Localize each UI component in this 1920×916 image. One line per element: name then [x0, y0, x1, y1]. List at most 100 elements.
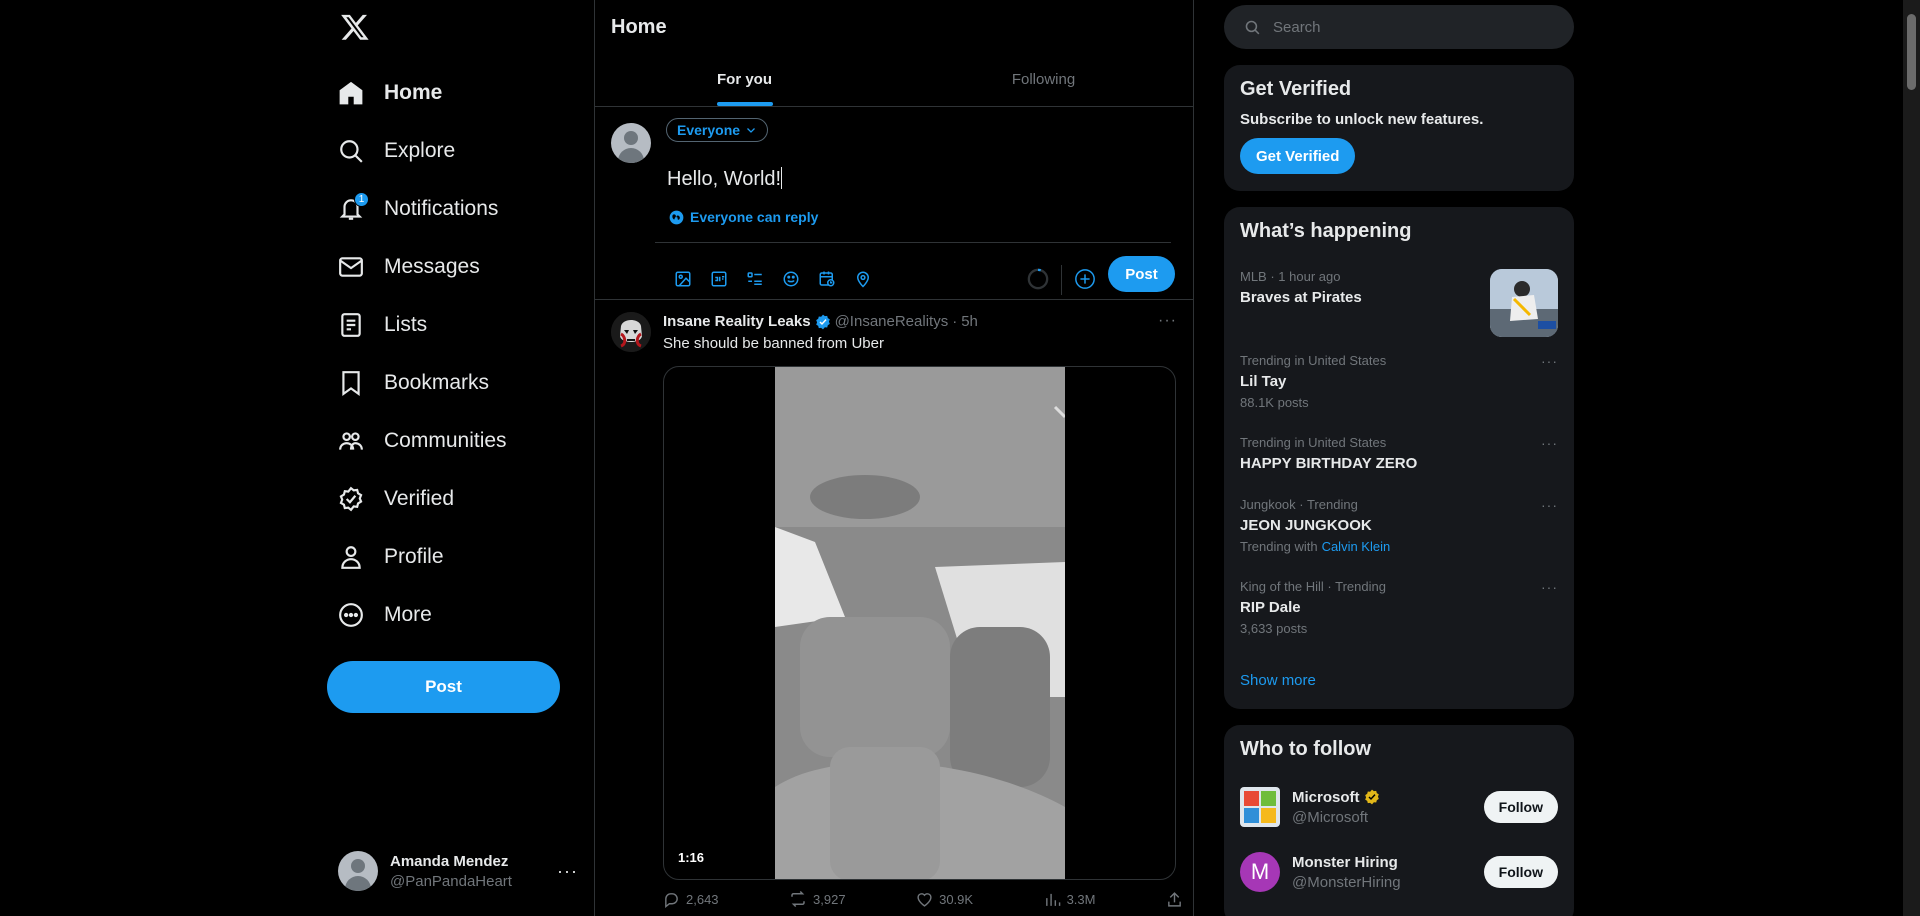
nav-verified[interactable]: Verified	[326, 470, 507, 528]
search-input[interactable]	[1273, 18, 1553, 36]
follow-button[interactable]: Follow	[1483, 791, 1558, 823]
audience-selector[interactable]: Everyone	[666, 118, 769, 142]
views-button[interactable]: 3.3M	[1044, 890, 1095, 908]
trend-item[interactable]: Jungkook · Trending JEON JUNGKOOK Trendi…	[1240, 497, 1558, 554]
like-button[interactable]: 30.9K	[916, 890, 973, 908]
tab-for-you[interactable]: For you	[595, 53, 894, 106]
follow-button[interactable]: Follow	[1483, 856, 1558, 888]
reply-button[interactable]: 2,643	[663, 890, 719, 908]
image-icon[interactable]	[666, 262, 700, 296]
views-icon	[1045, 893, 1060, 906]
home-icon	[338, 80, 364, 106]
tweet-time[interactable]: 5h	[961, 313, 978, 330]
emoji-icon[interactable]	[774, 262, 808, 296]
share-icon	[1168, 891, 1181, 907]
trend-context: Jungkook · Trending	[1240, 497, 1358, 512]
trend-with-link[interactable]: Calvin Klein	[1322, 539, 1391, 554]
tweet[interactable]: Insane Reality Leaks @InsaneRealitys · 5…	[595, 300, 1193, 916]
nav-label: Profile	[384, 545, 444, 568]
card-title: Get Verified	[1240, 78, 1352, 100]
repost-count: 3,927	[813, 891, 846, 907]
follow-suggestion[interactable]: Microsoft @Microsoft Follow	[1240, 783, 1558, 831]
separator-dot: ·	[952, 313, 958, 330]
trend-item[interactable]: Trending in United States HAPPY BIRTHDAY…	[1240, 435, 1558, 472]
share-button[interactable]	[1166, 890, 1183, 908]
tweet-author-name[interactable]: Insane Reality Leaks	[663, 313, 811, 330]
tab-following[interactable]: Following	[894, 53, 1193, 106]
tweet-actions: 2,643 3,927 30.9K 3.3M	[663, 890, 1183, 908]
nav-label: Communities	[384, 429, 507, 452]
envelope-icon	[338, 254, 364, 280]
repost-button[interactable]: 3,927	[789, 890, 846, 908]
trend-title: JEON JUNGKOOK	[1240, 517, 1372, 534]
suggestion-name: Microsoft	[1292, 788, 1360, 806]
chevron-down-icon	[747, 128, 755, 133]
trend-context: King of the Hill · Trending	[1240, 579, 1386, 594]
people-icon	[338, 428, 364, 454]
tweet-text: She should be banned from Uber	[663, 335, 884, 352]
follow-suggestion[interactable]: M Monster Hiring @MonsterHiring Follow	[1240, 848, 1558, 896]
microsoft-logo-icon	[1240, 787, 1280, 827]
location-icon[interactable]	[846, 262, 880, 296]
page-scrollbar[interactable]	[1903, 0, 1920, 916]
suggestion-handle: @MonsterHiring	[1292, 873, 1401, 891]
reply-settings[interactable]: Everyone can reply	[669, 209, 818, 225]
account-handle: @PanPandaHeart	[390, 872, 512, 890]
nav-lists[interactable]: Lists	[326, 296, 507, 354]
post-button[interactable]: Post	[327, 661, 560, 713]
more-options-icon[interactable]: ···	[1541, 435, 1558, 451]
main-timeline: Home For you Following Everyone Hello, W…	[594, 0, 1194, 916]
scrollbar-thumb[interactable]	[1907, 14, 1916, 90]
tweet-handle[interactable]: @InsaneRealitys	[835, 313, 949, 330]
trend-with: Trending with Calvin Klein	[1240, 539, 1558, 554]
more-options-icon[interactable]: ···	[1541, 497, 1558, 513]
nav-messages[interactable]: Messages	[326, 238, 507, 296]
timeline-tabs: For you Following	[595, 53, 1193, 107]
more-options-icon[interactable]: ···	[1158, 312, 1177, 330]
nav-label: Bookmarks	[384, 371, 490, 394]
compose-textbox[interactable]: Hello, World!	[667, 167, 783, 191]
trend-with-label: Trending with	[1240, 539, 1318, 554]
tweet-video[interactable]: 1:16	[663, 366, 1176, 880]
nav-communities[interactable]: Communities	[326, 412, 507, 470]
post-composer: Everyone Hello, World! Everyone can repl…	[595, 107, 1193, 300]
trend-item[interactable]: Trending in United States Lil Tay 88.1K …	[1240, 353, 1558, 410]
nav-label: Home	[384, 81, 443, 104]
trend-item[interactable]: King of the Hill · Trending RIP Dale 3,6…	[1240, 579, 1558, 636]
get-verified-card: Get Verified Subscribe to unlock new fea…	[1224, 65, 1574, 191]
show-more-link[interactable]: Show more	[1240, 672, 1316, 689]
reply-count: 2,643	[686, 891, 719, 907]
audience-label: Everyone	[677, 122, 741, 138]
trend-count: 3,633 posts	[1240, 621, 1308, 636]
compose-text: Hello, World!	[667, 168, 782, 190]
video-frame	[775, 367, 1065, 879]
gif-icon[interactable]	[702, 262, 736, 296]
more-options-icon[interactable]: ···	[1541, 579, 1558, 595]
nav-home[interactable]: Home	[326, 64, 507, 122]
nav-explore[interactable]: Explore	[326, 122, 507, 180]
account-switcher[interactable]: Amanda Mendez @PanPandaHeart ···	[338, 846, 578, 896]
more-options-icon[interactable]: ···	[1541, 353, 1558, 369]
nav-more[interactable]: More	[326, 586, 507, 644]
nav-profile[interactable]: Profile	[326, 528, 507, 586]
bookmark-icon	[338, 370, 364, 396]
person-icon	[338, 544, 364, 570]
poll-icon[interactable]	[738, 262, 772, 296]
account-name: Amanda Mendez	[390, 852, 509, 870]
nav-notifications[interactable]: 1 Notifications	[326, 180, 507, 238]
compose-post-button[interactable]: Post	[1108, 256, 1175, 292]
get-verified-button[interactable]: Get Verified	[1240, 138, 1356, 174]
search-box[interactable]	[1224, 5, 1574, 49]
left-sidebar: Home Explore 1 Notifications Messages Li…	[326, 0, 594, 916]
nav-bookmarks[interactable]: Bookmarks	[326, 354, 507, 412]
nav-label: Verified	[384, 487, 455, 510]
schedule-icon[interactable]	[810, 262, 844, 296]
more-options-icon[interactable]: ···	[557, 861, 578, 882]
tweet-avatar[interactable]	[611, 312, 651, 352]
trend-item[interactable]: MLB · 1 hour ago Braves at Pirates	[1240, 269, 1558, 337]
nav-label: More	[384, 603, 432, 626]
add-post-icon[interactable]	[1068, 262, 1102, 296]
globe-icon	[669, 210, 684, 224]
trend-count: 88.1K posts	[1240, 395, 1309, 410]
x-logo-icon[interactable]	[340, 12, 370, 42]
